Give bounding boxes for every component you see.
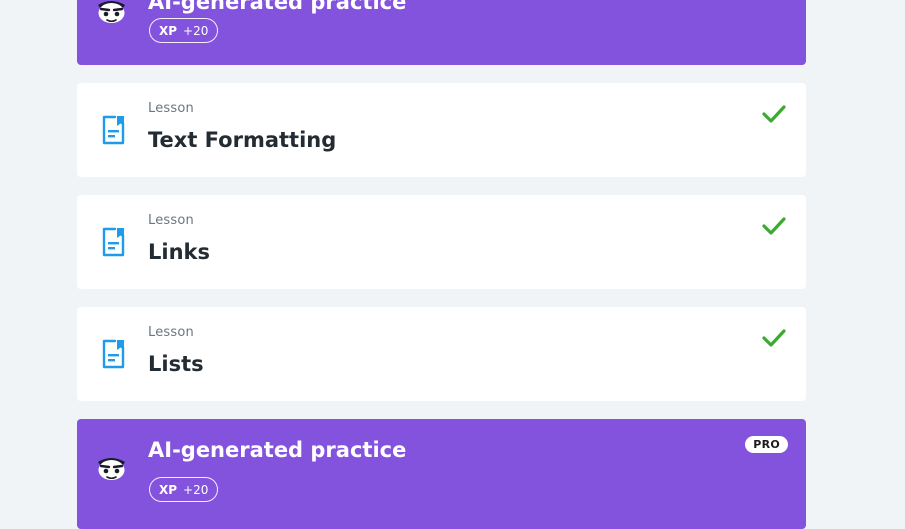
lesson-title: Links	[148, 240, 210, 264]
practice-card-bottom[interactable]: AI-generated practice PRO XP +20	[77, 419, 806, 529]
lesson-title: Text Formatting	[148, 128, 337, 152]
checkmark-icon	[762, 329, 786, 347]
practice-title: AI-generated practice	[148, 0, 407, 14]
lesson-document-icon	[102, 339, 125, 369]
lesson-card-lists[interactable]: Lesson Lists	[77, 307, 806, 401]
xp-value: +20	[183, 482, 209, 497]
lesson-kind: Lesson	[148, 101, 194, 116]
xp-label: XP	[159, 482, 178, 497]
lesson-kind: Lesson	[148, 325, 194, 340]
xp-label: XP	[159, 23, 178, 38]
lesson-card-links[interactable]: Lesson Links	[77, 195, 806, 289]
xp-value: +20	[183, 23, 209, 38]
pro-badge: PRO	[745, 436, 788, 453]
lesson-card-text-formatting[interactable]: Lesson Text Formatting	[77, 83, 806, 177]
mascot-icon	[98, 1, 125, 23]
checkmark-icon	[762, 105, 786, 123]
lesson-document-icon	[102, 227, 125, 257]
checkmark-icon	[762, 217, 786, 235]
xp-badge: XP +20	[149, 477, 219, 502]
practice-card-top[interactable]: AI-generated practice XP +20	[77, 0, 806, 65]
lesson-document-icon	[102, 115, 125, 145]
xp-badge: XP +20	[149, 18, 219, 43]
lesson-title: Lists	[148, 352, 204, 376]
practice-title: AI-generated practice	[148, 438, 407, 462]
mascot-icon	[98, 458, 125, 480]
lesson-kind: Lesson	[148, 213, 194, 228]
